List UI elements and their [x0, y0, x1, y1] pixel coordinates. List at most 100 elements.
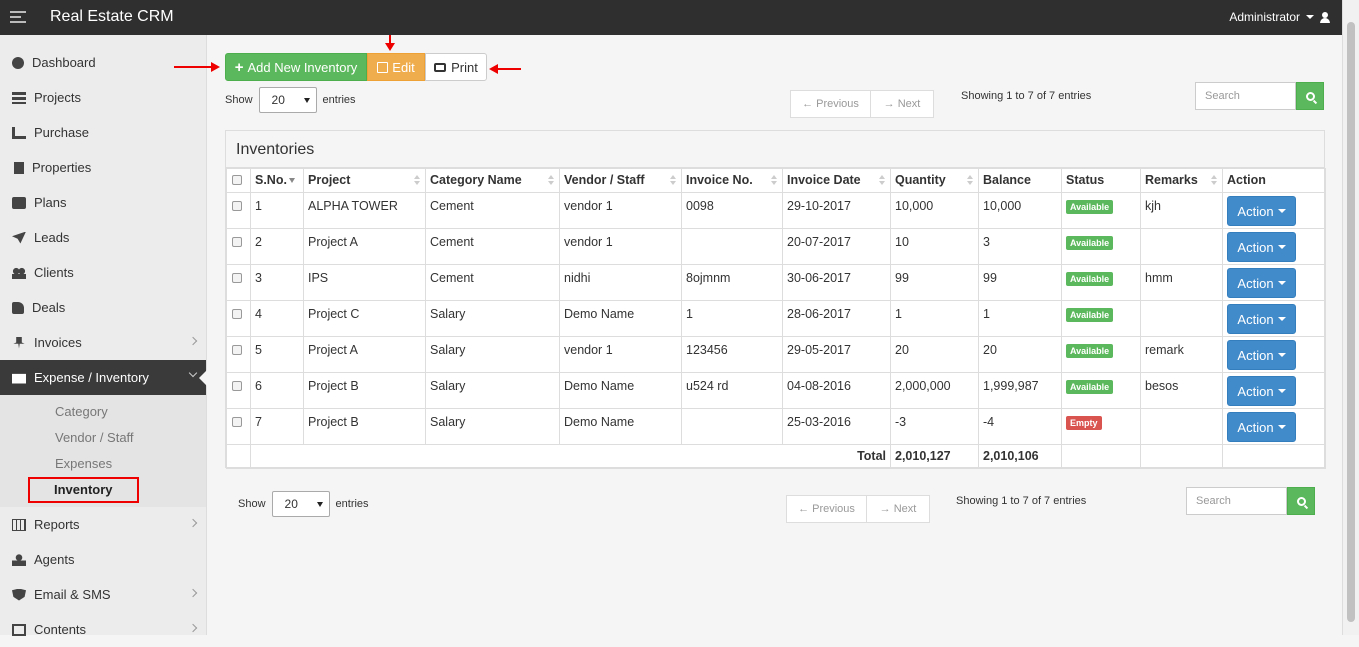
cell-sno: 3 — [250, 264, 304, 301]
submenu-item-inventory[interactable]: Inventory — [0, 477, 206, 503]
cell-balance: 99 — [978, 264, 1062, 301]
menu-toggle-icon[interactable] — [10, 11, 26, 24]
cell-vendor: vendor 1 — [559, 336, 682, 373]
cell-balance: 3 — [978, 228, 1062, 265]
row-checkbox[interactable] — [232, 381, 242, 391]
submenu-item-expenses[interactable]: Expenses — [0, 451, 206, 477]
status-badge: Available — [1066, 308, 1114, 322]
search-button[interactable] — [1287, 487, 1315, 515]
col-invoice[interactable]: Invoice No. — [681, 168, 783, 193]
cell-category: Salary — [425, 300, 560, 337]
sidebar-item-reports[interactable]: Reports — [0, 507, 206, 542]
sidebar-item-properties[interactable]: Properties — [0, 150, 206, 185]
sidebar-item-clients[interactable]: Clients — [0, 255, 206, 290]
previous-button[interactable]: ← Previous — [786, 495, 867, 523]
cell-project: Project B — [303, 372, 426, 409]
col-balance[interactable]: Balance — [978, 168, 1062, 193]
cell-remarks — [1140, 300, 1223, 337]
cell-sno: 5 — [250, 336, 304, 373]
sidebar-item-projects[interactable]: Projects — [0, 80, 206, 115]
caret-down-icon — [303, 98, 310, 103]
total-label: Total — [250, 444, 891, 469]
cell-vendor: nidhi — [559, 264, 682, 301]
action-dropdown-button[interactable]: Action — [1227, 412, 1296, 442]
col-status[interactable]: Status — [1061, 168, 1141, 193]
search-icon — [1296, 496, 1306, 506]
col-vendor[interactable]: Vendor / Staff — [559, 168, 682, 193]
cell-remarks: hmm — [1140, 264, 1223, 301]
panel-title: Inventories — [226, 131, 1324, 168]
row-checkbox[interactable] — [232, 237, 242, 247]
sidebar-item-invoices[interactable]: Invoices — [0, 325, 206, 360]
cell-project: Project A — [303, 336, 426, 373]
action-dropdown-button[interactable]: Action — [1227, 232, 1296, 262]
cell-action: Action — [1222, 372, 1326, 409]
sidebar-item-purchase[interactable]: Purchase — [0, 115, 206, 150]
col-quantity[interactable]: Quantity — [890, 168, 979, 193]
table-row: 5 Project A Salary vendor 1 123456 29-05-2017… — [226, 336, 1326, 373]
next-button[interactable]: → Next — [867, 495, 930, 523]
sidebar-item-expense-inventory[interactable]: Expense / Inventory — [0, 360, 207, 395]
next-button[interactable]: → Next — [871, 90, 934, 118]
add-inventory-button[interactable]: + Add New Inventory — [225, 53, 367, 81]
vertical-scrollbar[interactable] — [1342, 0, 1359, 635]
action-dropdown-button[interactable]: Action — [1227, 340, 1296, 370]
cell-quantity: 1 — [890, 300, 979, 337]
submenu-item-vendor-staff[interactable]: Vendor / Staff — [0, 425, 206, 451]
show-label: Show — [225, 94, 253, 106]
cell-date: 25-03-2016 — [782, 408, 891, 445]
previous-button[interactable]: ← Previous — [790, 90, 871, 118]
sidebar-item-dashboard[interactable]: Dashboard — [0, 45, 206, 80]
sidebar-item-leads[interactable]: Leads — [0, 220, 206, 255]
row-select-cell — [226, 264, 251, 301]
sidebar-item-deals[interactable]: Deals — [0, 290, 206, 325]
search-input[interactable]: Search — [1195, 82, 1296, 110]
cell-remarks — [1140, 408, 1223, 445]
status-badge: Available — [1066, 272, 1114, 286]
search-icon — [1305, 91, 1315, 101]
rocket-icon — [12, 231, 26, 244]
col-label: S.No. — [255, 173, 287, 187]
caret-down-icon — [1277, 425, 1286, 429]
total-row: Total 2,010,127 2,010,106 — [226, 444, 1326, 469]
caret-down-icon — [1277, 209, 1286, 213]
row-checkbox[interactable] — [232, 201, 242, 211]
cell-invoice — [681, 408, 783, 445]
sidebar-item-agents[interactable]: Agents — [0, 542, 206, 577]
col-category[interactable]: Category Name — [425, 168, 560, 193]
submenu-item-category[interactable]: Category — [0, 399, 206, 425]
row-checkbox[interactable] — [232, 417, 242, 427]
action-dropdown-button[interactable]: Action — [1227, 304, 1296, 334]
user-menu[interactable]: Administrator — [1229, 10, 1330, 24]
page-length-select[interactable]: 20 — [271, 491, 330, 517]
sidebar-item-email-sms[interactable]: Email & SMS — [0, 577, 206, 612]
col-remarks[interactable]: Remarks — [1140, 168, 1223, 193]
entries-info: Showing 1 to 7 of 7 entries — [961, 90, 1092, 102]
col-project[interactable]: Project — [303, 168, 426, 193]
sidebar-item-contents[interactable]: Contents — [0, 612, 206, 647]
users-icon — [12, 266, 26, 279]
col-date[interactable]: Invoice Date — [782, 168, 891, 193]
sidebar-item-label: Invoices — [34, 335, 82, 350]
action-dropdown-button[interactable]: Action — [1227, 268, 1296, 298]
select-all-checkbox[interactable] — [232, 175, 242, 185]
print-button[interactable]: Print — [425, 53, 487, 81]
row-checkbox[interactable] — [232, 309, 242, 319]
action-dropdown-button[interactable]: Action — [1227, 196, 1296, 226]
search-input[interactable]: Search — [1186, 487, 1287, 515]
total-spacer — [1222, 444, 1326, 469]
user-name: Administrator — [1229, 10, 1300, 24]
sidebar-item-label: Plans — [34, 195, 67, 210]
action-dropdown-button[interactable]: Action — [1227, 376, 1296, 406]
row-checkbox[interactable] — [232, 273, 242, 283]
edit-button[interactable]: Edit — [367, 53, 425, 81]
row-checkbox[interactable] — [232, 345, 242, 355]
scrollbar-thumb[interactable] — [1347, 22, 1355, 622]
cell-vendor: Demo Name — [559, 300, 682, 337]
col-sno[interactable]: S.No. — [250, 168, 304, 193]
sidebar-item-plans[interactable]: Plans — [0, 185, 206, 220]
page-length-select[interactable]: 20 — [258, 87, 317, 113]
search-button[interactable] — [1296, 82, 1324, 110]
search-box: Search — [1195, 82, 1324, 110]
cell-invoice — [681, 228, 783, 265]
